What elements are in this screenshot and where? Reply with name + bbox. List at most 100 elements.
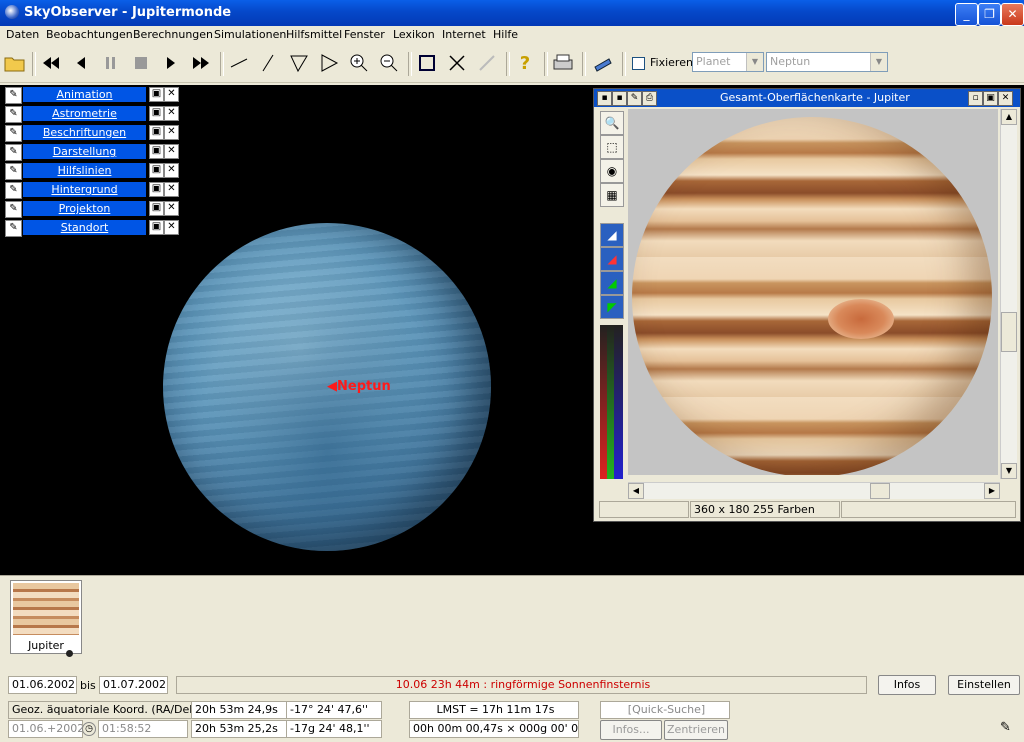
quick-search-input[interactable]: [Quick-Suche] bbox=[600, 701, 730, 719]
menu-berechnungen[interactable]: Berechnungen bbox=[133, 28, 213, 41]
save-as-icon[interactable]: ▪ bbox=[612, 91, 627, 106]
menu-internet[interactable]: Internet bbox=[442, 28, 486, 41]
restore-icon[interactable]: ▣ bbox=[149, 163, 164, 178]
horizontal-scrollbar[interactable]: ◀ ▶ bbox=[628, 482, 1000, 499]
pencil-icon[interactable]: ✎ bbox=[5, 220, 22, 237]
close-icon[interactable]: ✕ bbox=[164, 87, 179, 102]
close-icon[interactable]: ✕ bbox=[164, 144, 179, 159]
restore-icon[interactable]: ▣ bbox=[149, 106, 164, 121]
edit-icon[interactable]: ✎ bbox=[627, 91, 642, 106]
stop-icon[interactable] bbox=[128, 50, 154, 76]
title-bar[interactable]: SkyObserver - Jupitermonde _ ❐ ✕ bbox=[0, 0, 1024, 26]
rewind-fast-icon[interactable] bbox=[38, 50, 64, 76]
save-icon[interactable]: ▪ bbox=[597, 91, 612, 106]
zoom-out-icon[interactable] bbox=[376, 50, 402, 76]
zoom-icon[interactable]: 🔍 bbox=[600, 111, 624, 135]
close-icon[interactable]: ✕ bbox=[164, 163, 179, 178]
neptune-label[interactable]: ◀Neptun bbox=[327, 379, 391, 394]
pencil-icon[interactable]: ✎ bbox=[5, 144, 22, 161]
panel-label[interactable]: Animation bbox=[23, 87, 146, 102]
diagonal-tool-icon[interactable] bbox=[256, 50, 282, 76]
date2-field[interactable]: 01.06.+2002 bbox=[8, 720, 83, 738]
menu-fenster[interactable]: Fenster bbox=[344, 28, 385, 41]
jupiter-thumbnail[interactable]: Jupiter bbox=[10, 580, 82, 654]
panel-label[interactable]: Darstellung bbox=[23, 144, 146, 159]
close-icon[interactable]: ✕ bbox=[164, 125, 179, 140]
neptun-select[interactable]: Neptun ▼ bbox=[766, 52, 888, 72]
jupiter-sphere[interactable] bbox=[632, 117, 992, 475]
fix-checkbox[interactable] bbox=[632, 57, 645, 70]
pencil-icon[interactable]: ✎ bbox=[5, 125, 22, 142]
scroll-right-icon[interactable]: ▶ bbox=[984, 483, 1000, 499]
menu-hilfsmittel[interactable]: Hilfsmittel bbox=[286, 28, 342, 41]
menu-lexikon[interactable]: Lexikon bbox=[393, 28, 435, 41]
date-from-field[interactable]: 01.06.2002 bbox=[8, 676, 77, 694]
menu-hilfe[interactable]: Hilfe bbox=[493, 28, 518, 41]
menu-simulationen[interactable]: Simulationen bbox=[214, 28, 286, 41]
panel-label[interactable]: Hilfslinien bbox=[23, 163, 146, 178]
zoom-in-icon[interactable] bbox=[346, 50, 372, 76]
close-icon[interactable]: ✕ bbox=[998, 91, 1013, 106]
line-tool-icon[interactable] bbox=[226, 50, 252, 76]
panel-label[interactable]: Astrometrie bbox=[23, 106, 146, 121]
maximize-button[interactable]: ❐ bbox=[978, 3, 1001, 26]
surface-map-canvas[interactable] bbox=[628, 109, 998, 475]
infos-search-button[interactable]: Infos... bbox=[600, 720, 662, 740]
clock-icon[interactable]: ◷ bbox=[82, 722, 96, 736]
scroll-down-icon[interactable]: ▼ bbox=[1001, 463, 1017, 479]
close-icon[interactable]: ✕ bbox=[164, 220, 179, 235]
panel-label[interactable]: Projekton bbox=[23, 201, 146, 216]
zentrieren-button[interactable]: Zentrieren bbox=[664, 720, 728, 740]
restore-icon[interactable]: ▣ bbox=[149, 144, 164, 159]
pencil-icon[interactable]: ✎ bbox=[5, 182, 22, 199]
print-icon[interactable] bbox=[550, 50, 576, 76]
restore-icon[interactable]: ▣ bbox=[149, 87, 164, 102]
einstellen-button[interactable]: Einstellen bbox=[948, 675, 1020, 695]
scroll-left-icon[interactable]: ◀ bbox=[628, 483, 644, 499]
color-rgb-icon[interactable]: ◢ bbox=[600, 271, 624, 295]
pencil-icon[interactable]: ✎ bbox=[1000, 720, 1011, 735]
globe-icon[interactable]: ◉ bbox=[600, 159, 624, 183]
scroll-up-icon[interactable]: ▲ bbox=[1001, 109, 1017, 125]
restore-icon[interactable]: ▣ bbox=[149, 182, 164, 197]
close-icon[interactable]: ✕ bbox=[164, 182, 179, 197]
pencil-icon[interactable]: ✎ bbox=[5, 87, 22, 104]
step-back-icon[interactable] bbox=[68, 50, 94, 76]
pencil-icon[interactable]: ✎ bbox=[5, 163, 22, 180]
measure-icon[interactable] bbox=[474, 50, 500, 76]
print-icon[interactable]: ⎙ bbox=[642, 91, 657, 106]
menu-beobachtungen[interactable]: Beobachtungen bbox=[46, 28, 133, 41]
restore-icon[interactable]: ▣ bbox=[983, 91, 998, 106]
planet-select[interactable]: Planet ▼ bbox=[692, 52, 764, 72]
panel-label[interactable]: Hintergrund bbox=[23, 182, 146, 197]
pencil-icon[interactable]: ✎ bbox=[5, 106, 22, 123]
frame-icon[interactable] bbox=[414, 50, 440, 76]
restore-icon[interactable]: ▣ bbox=[149, 125, 164, 140]
help-icon[interactable]: ? bbox=[512, 50, 538, 76]
color-arrow-icon[interactable]: ◤ bbox=[600, 295, 624, 319]
pause-icon[interactable] bbox=[98, 50, 124, 76]
minimize-button[interactable]: _ bbox=[955, 3, 978, 26]
triangle-tool-icon[interactable] bbox=[316, 50, 342, 76]
panel-label[interactable]: Beschriftungen bbox=[23, 125, 146, 140]
select-icon[interactable]: ⬚ bbox=[600, 135, 624, 159]
minimize-icon[interactable]: ▫ bbox=[968, 91, 983, 106]
panel-label[interactable]: Standort bbox=[23, 220, 146, 235]
open-folder-icon[interactable] bbox=[2, 50, 28, 76]
color-red-icon[interactable]: ◢ bbox=[600, 247, 624, 271]
step-forward-icon[interactable] bbox=[158, 50, 184, 76]
pencil-icon[interactable]: ✎ bbox=[5, 201, 22, 218]
telescope-icon[interactable] bbox=[590, 50, 616, 76]
restore-icon[interactable]: ▣ bbox=[149, 220, 164, 235]
scroll-thumb[interactable] bbox=[1001, 312, 1017, 352]
angle-tool-icon[interactable] bbox=[286, 50, 312, 76]
expand-arrows-icon[interactable] bbox=[444, 50, 470, 76]
date-to-field[interactable]: 01.07.2002 bbox=[99, 676, 168, 694]
close-icon[interactable]: ✕ bbox=[164, 106, 179, 121]
vertical-scrollbar[interactable]: ▲ ▼ bbox=[1000, 109, 1017, 479]
scroll-thumb[interactable] bbox=[870, 483, 890, 499]
event-display[interactable]: 10.06 23h 44m : ringförmige Sonnenfinste… bbox=[176, 676, 867, 694]
close-button[interactable]: ✕ bbox=[1001, 3, 1024, 26]
surface-map-titlebar[interactable]: ▪ ▪ ✎ ⎙ Gesamt-Oberflächenkarte - Jupite… bbox=[594, 89, 1020, 107]
surface-map-window[interactable]: ▪ ▪ ✎ ⎙ Gesamt-Oberflächenkarte - Jupite… bbox=[593, 88, 1021, 522]
